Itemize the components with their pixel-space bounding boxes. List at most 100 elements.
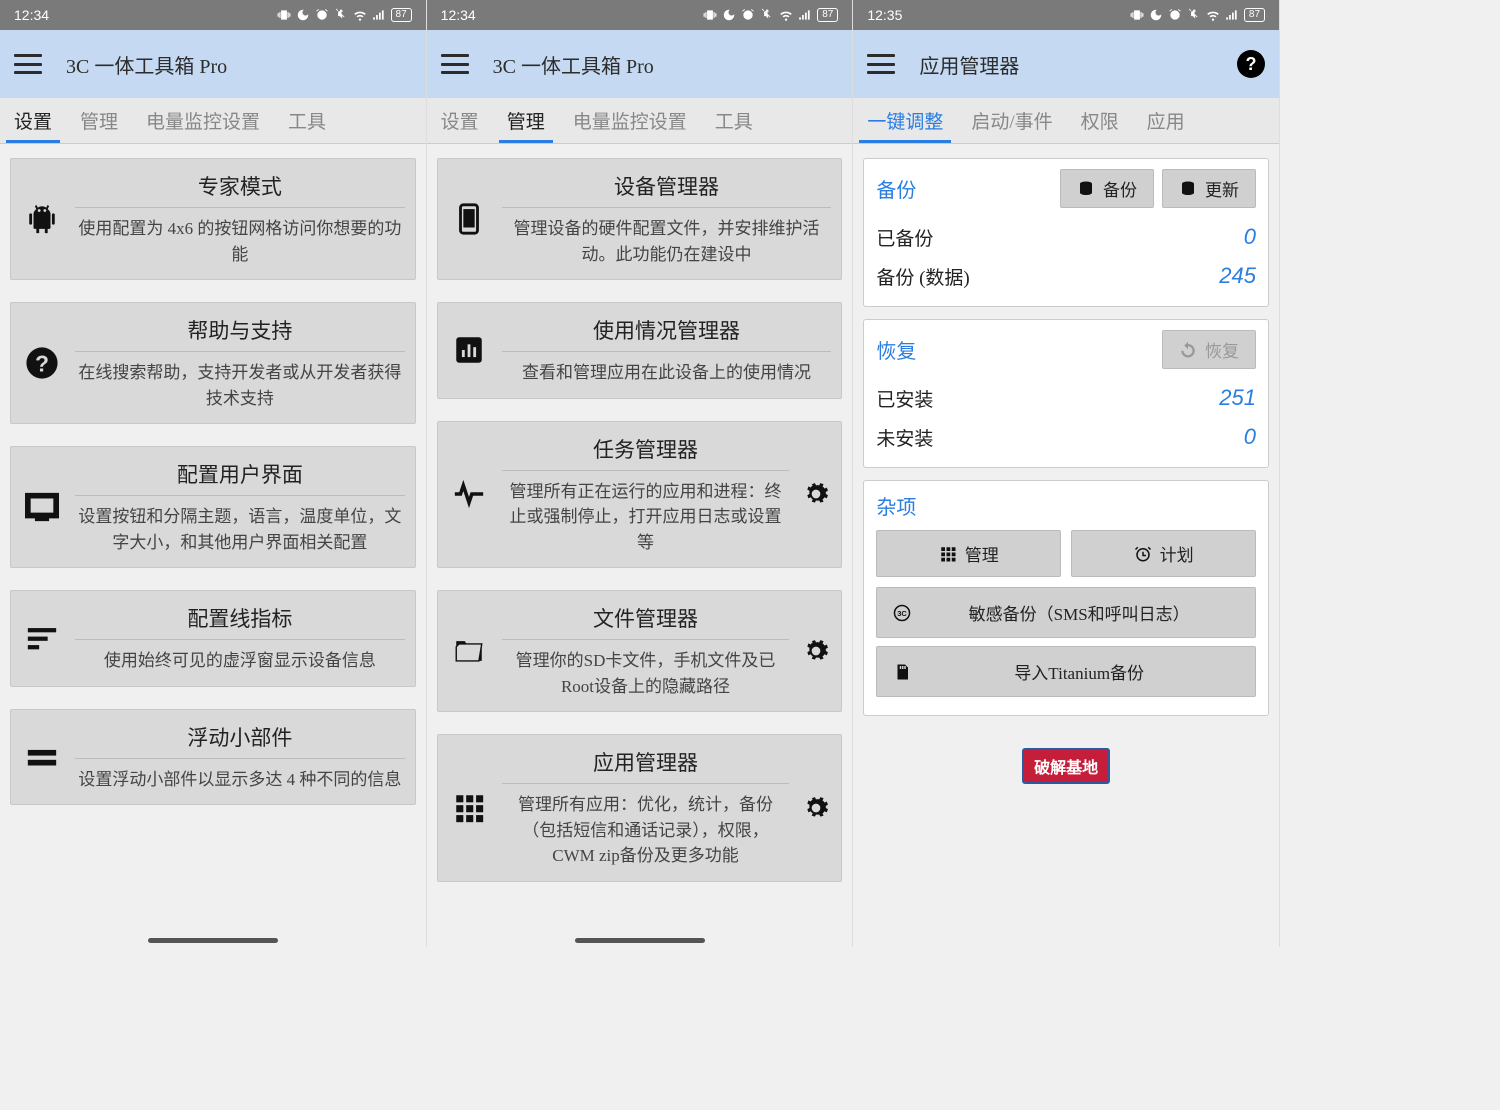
card-title: 帮助与支持 [75,315,405,352]
card-title: 任务管理器 [502,434,790,471]
import-titanium-button[interactable]: 导入Titanium备份 [876,646,1256,697]
card-file-manager[interactable]: 文件管理器 管理你的SD卡文件，手机文件及已Root设备上的隐藏路径 [437,590,843,712]
status-time: 12:34 [441,7,476,23]
manage-button[interactable]: 管理 [876,530,1061,577]
screen-3-app-manager: 12:35 87 应用管理器 ? 一键调整 启动/事件 权限 应用 备份 [853,0,1280,947]
stat-value: 251 [1219,385,1256,412]
restore-icon [1179,341,1197,359]
card-line-indicator[interactable]: 配置线指标 使用始终可见的虚浮窗显示设备信息 [10,590,416,687]
button-label: 恢复 [1205,337,1239,362]
status-icons: 87 [1130,8,1265,22]
stat-not-installed: 未安装 0 [876,418,1256,457]
tab-tools[interactable]: 工具 [701,98,767,143]
card-float-widget[interactable]: 浮动小部件 设置浮动小部件以显示多达 4 种不同的信息 [10,709,416,806]
tab-battery[interactable]: 电量监控设置 [559,98,701,143]
folder-icon [448,634,490,668]
tab-tools[interactable]: 工具 [274,98,340,143]
card-task-manager[interactable]: 任务管理器 管理所有正在运行的应用和进程：终止或强制停止，打开应用日志或设置等 [437,421,843,569]
app-header: 3C 一体工具箱 Pro [0,30,426,98]
card-title: 应用管理器 [502,747,790,784]
database-icon [1077,180,1095,198]
help-button[interactable]: ? [1237,50,1265,78]
restore-button[interactable]: 恢复 [1162,330,1256,369]
pulse-icon [448,477,490,511]
nav-pill[interactable] [575,938,705,943]
battery-icon: 87 [1244,8,1265,22]
gear-icon[interactable] [801,795,831,821]
battery-icon: 87 [391,8,412,22]
card-ui-config[interactable]: 配置用户界面 设置按钮和分隔主题，语言，温度单位，文字大小，和其他用户界面相关配… [10,446,416,568]
database-icon [1179,180,1197,198]
status-bar: 12:35 87 [853,0,1279,30]
card-expert-mode[interactable]: 专家模式 使用配置为 4x6 的按钮网格访问你想要的功能 [10,158,416,280]
tab-manage[interactable]: 管理 [66,98,132,143]
button-label: 更新 [1205,176,1239,201]
tab-permissions[interactable]: 权限 [1067,98,1133,143]
wifi-icon [353,8,367,22]
status-icons: 87 [277,8,412,22]
menu-button[interactable] [441,54,469,74]
android-icon [21,202,63,236]
watermark-logo: 破解基地 [863,728,1269,804]
menu-button[interactable] [867,54,895,74]
stat-value: 0 [1244,224,1256,251]
nav-pill[interactable] [148,938,278,943]
card-title: 使用情况管理器 [502,315,832,352]
card-desc: 设置按钮和分隔主题，语言，温度单位，文字大小，和其他用户界面相关配置 [75,504,405,555]
card-help-support[interactable]: ? 帮助与支持 在线搜索帮助，支持开发者或从开发者获得技术支持 [10,302,416,424]
card-device-manager[interactable]: 设备管理器 管理设备的硬件配置文件，并安排维护活动。此功能仍在建设中 [437,158,843,280]
button-label: 敏感备份（SMS和呼叫日志） [919,600,1239,625]
tab-battery[interactable]: 电量监控设置 [132,98,274,143]
button-label: 计划 [1160,541,1194,566]
equals-icon [21,740,63,774]
content-body: 设备管理器 管理设备的硬件配置文件，并安排维护活动。此功能仍在建设中 使用情况管… [427,144,853,947]
stat-value: 0 [1244,424,1256,451]
stat-backed-up: 已备份 0 [876,218,1256,257]
card-desc: 管理设备的硬件配置文件，并安排维护活动。此功能仍在建设中 [502,216,832,267]
backup-button[interactable]: 备份 [1060,169,1154,208]
alarm-icon [1134,545,1152,563]
menu-button[interactable] [14,54,42,74]
battery-icon: 87 [817,8,838,22]
status-time: 12:35 [867,7,902,23]
schedule-button[interactable]: 计划 [1071,530,1256,577]
help-icon: ? [21,346,63,380]
panel-backup: 备份 备份 更新 已备份 0 备份 (数据) 245 [863,158,1269,307]
card-title: 文件管理器 [502,603,790,640]
card-usage-manager[interactable]: 使用情况管理器 查看和管理应用在此设备上的使用情况 [437,302,843,399]
card-desc: 查看和管理应用在此设备上的使用情况 [502,360,832,386]
alarm-icon [741,8,755,22]
moon-icon [296,8,310,22]
status-icons: 87 [703,8,838,22]
gear-icon[interactable] [801,481,831,507]
app-header: 3C 一体工具箱 Pro [427,30,853,98]
tab-settings[interactable]: 设置 [427,98,493,143]
mute-icon [760,8,774,22]
status-bar: 12:34 87 [427,0,853,30]
moon-icon [722,8,736,22]
gear-icon[interactable] [801,638,831,664]
tab-startup[interactable]: 启动/事件 [957,98,1066,143]
tab-apps[interactable]: 应用 [1133,98,1199,143]
button-label: 管理 [965,541,999,566]
card-desc: 管理所有应用：优化，统计，备份（包括短信和通话记录），权限，CWM zip备份及… [502,792,790,869]
signal-icon [798,8,812,22]
bars-icon [448,333,490,367]
signal-icon [372,8,386,22]
phone-icon [448,202,490,236]
signal-icon [1225,8,1239,22]
tab-bar: 设置 管理 电量监控设置 工具 [0,98,426,144]
tab-manage[interactable]: 管理 [493,98,559,143]
card-desc: 设置浮动小部件以显示多达 4 种不同的信息 [75,767,405,793]
alarm-icon [315,8,329,22]
card-desc: 在线搜索帮助，支持开发者或从开发者获得技术支持 [75,360,405,411]
card-title: 设备管理器 [502,171,832,208]
tab-settings[interactable]: 设置 [0,98,66,143]
update-button[interactable]: 更新 [1162,169,1256,208]
logo-text: 破解基地 [1022,748,1110,784]
vibrate-icon [277,8,291,22]
tab-onekey[interactable]: 一键调整 [853,98,957,143]
tab-bar: 一键调整 启动/事件 权限 应用 [853,98,1279,144]
card-app-manager[interactable]: 应用管理器 管理所有应用：优化，统计，备份（包括短信和通话记录），权限，CWM … [437,734,843,882]
sensitive-backup-button[interactable]: 3C 敏感备份（SMS和呼叫日志） [876,587,1256,638]
